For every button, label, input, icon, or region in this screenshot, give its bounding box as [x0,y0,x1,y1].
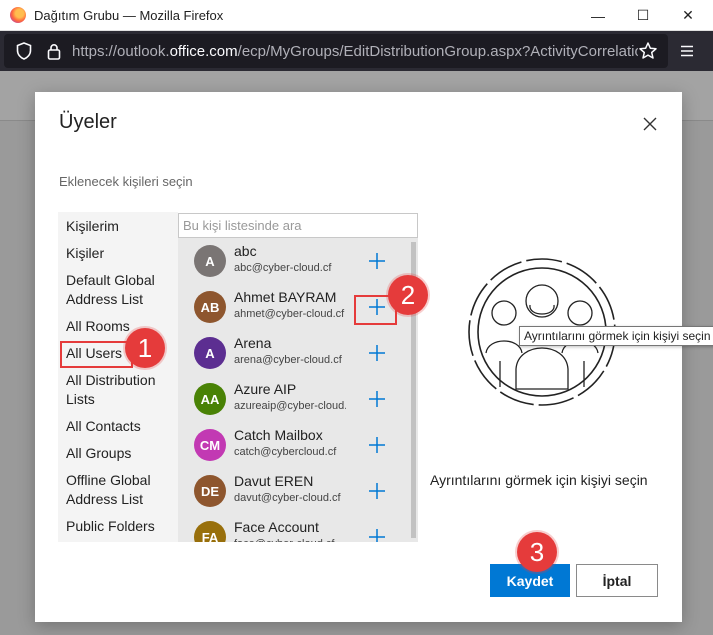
hamburger-menu-icon[interactable] [677,41,697,61]
lock-icon[interactable] [44,41,64,61]
people-list: Aabc abc@cyber-cloud.cf AB Ahmet BAYRAM ahme… [178,238,418,542]
avatar: FA [194,521,226,542]
navigation-toolbar: https://outlook.office.com/ecp/MyGroups/… [0,31,713,71]
nav-item-default-global-address-list[interactable]: Default Global Address List [66,271,174,309]
add-member-button[interactable] [366,342,388,364]
tracking-protection-shield-icon[interactable] [14,41,34,61]
person-name: Catch Mailbox [234,427,323,443]
people-list-item[interactable]: FA Face Account face@cyber-cloud.cf [178,514,409,542]
nav-item-all-distribution-lists[interactable]: All Distribution Lists [66,371,174,409]
people-search-input[interactable] [178,213,418,238]
people-list-item[interactable]: Aabc abc@cyber-cloud.cf [178,238,409,284]
avatar: AA [194,383,226,415]
person-email: catch@cybercloud.cf [234,446,337,458]
people-list-item[interactable]: AA Azure AIP azureaip@cyber-cloud.cf [178,376,409,422]
url-text[interactable]: https://outlook.office.com/ecp/MyGroups/… [72,43,638,60]
dialog-title: Üyeler [59,111,117,133]
avatar: A [194,337,226,369]
nav-item-all-contacts[interactable]: All Contacts [66,417,174,436]
add-member-button[interactable] [366,480,388,502]
plus-icon [369,345,385,361]
person-name: abc [234,243,257,259]
details-placeholder-text: Ayrıntılarını görmek için kişiyi seçin [430,472,648,488]
plus-icon [369,529,385,542]
close-window-button[interactable]: ✕ [665,0,711,31]
maximize-button[interactable]: ☐ [620,0,666,31]
plus-icon [369,253,385,269]
address-book-nav: Kişilerim Kişiler Default Global Address… [58,212,178,542]
window-titlebar: Dağıtım Grubu — Mozilla Firefox — ☐ ✕ [0,0,713,31]
plus-icon [369,483,385,499]
person-email: davut@cyber-cloud.cf [234,492,341,504]
cancel-button[interactable]: İptal [576,564,658,597]
add-member-button[interactable] [366,434,388,456]
dialog-subtitle: Eklenecek kişileri seçin [59,174,193,189]
person-email: arena@cyber-cloud.cf [234,354,342,366]
add-member-button[interactable] [366,250,388,272]
person-name: Davut EREN [234,473,314,489]
avatar: AB [194,291,226,323]
dialog-close-button[interactable] [640,114,660,134]
hover-tooltip: Ayrıntılarını görmek için kişiyi seçin [519,326,713,346]
avatar: CM [194,429,226,461]
person-email: abc@cyber-cloud.cf [234,262,332,274]
annotation-highlight-all-users [60,341,133,368]
person-name: Arena [234,335,272,351]
minimize-icon: — [591,7,605,24]
nav-item-my-contacts[interactable]: Kişilerim [66,217,174,236]
url-path: /ecp/MyGroups/EditDistributionGroup.aspx… [237,42,638,60]
avatar: DE [194,475,226,507]
people-list-item[interactable]: CM Catch Mailbox catch@cybercloud.cf [178,422,409,468]
add-member-button[interactable] [366,388,388,410]
person-email: ahmet@cyber-cloud.cf [234,308,345,320]
firefox-logo-icon [10,7,26,23]
annotation-badge-1: 1 [125,328,165,368]
nav-item-public-folders[interactable]: Public Folders [66,517,174,536]
annotation-badge-2: 2 [388,275,428,315]
close-icon [643,117,657,131]
url-prefix: https://outlook. [72,42,170,60]
nav-item-contacts[interactable]: Kişiler [66,244,174,263]
minimize-button[interactable]: — [575,0,621,31]
person-email: face@cyber-cloud.cf [234,538,346,542]
annotation-badge-3: 3 [517,532,557,572]
bookmark-star-icon[interactable] [638,41,658,66]
person-email: azureaip@cyber-cloud.cf [234,400,346,412]
plus-icon [369,437,385,453]
person-name: Face Account [234,519,319,535]
avatar: A [194,245,226,277]
plus-icon [369,391,385,407]
add-member-button[interactable] [366,526,388,542]
url-domain: office.com [169,42,238,60]
people-list-item[interactable]: DE Davut EREN davut@cyber-cloud.cf [178,468,409,514]
nav-item-offline-global-address-list[interactable]: Offline Global Address List [66,471,174,509]
url-bar[interactable]: https://outlook.office.com/ecp/MyGroups/… [4,34,668,68]
people-list-item[interactable]: A Arena arena@cyber-cloud.cf [178,330,409,376]
window-title: Dağıtım Grubu — Mozilla Firefox [34,7,224,23]
nav-item-all-groups[interactable]: All Groups [66,444,174,463]
person-name: Ahmet BAYRAM [234,289,337,305]
maximize-icon: ☐ [636,7,650,23]
close-icon: ✕ [682,7,694,23]
person-name: Azure AIP [234,381,297,397]
